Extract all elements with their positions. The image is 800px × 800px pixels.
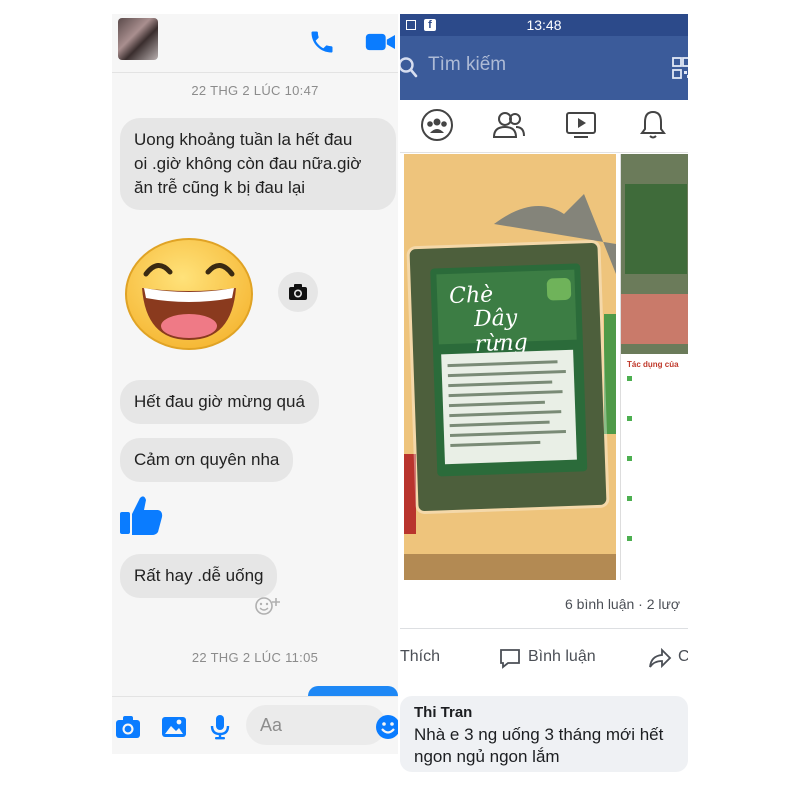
search-placeholder: Tìm kiếm	[428, 54, 507, 75]
message-input[interactable]: Aa	[246, 705, 386, 745]
message-bubble[interactable]: Uong khoảng tuần la hết đau oi .giờ khôn…	[120, 118, 396, 210]
share-icon[interactable]	[648, 646, 672, 670]
info-text-line	[449, 430, 566, 438]
info-text-line	[448, 400, 545, 408]
facebook-screen: f 13:48 Tìm kiếm Chè Dây rừng Tác dụng c…	[400, 14, 688, 774]
notifications-bell-icon[interactable]	[636, 108, 670, 142]
post-actions: Thích Bình luận C	[400, 642, 688, 676]
status-time: 13:48	[526, 17, 562, 33]
message-bubble[interactable]: Hết đau giờ mừng quá	[120, 380, 319, 424]
product-name: Chè	[448, 282, 494, 309]
info-text-line	[450, 440, 541, 448]
photo-heading: Tác dụng của	[627, 360, 679, 369]
avatar[interactable]	[118, 18, 158, 60]
info-text-line	[448, 380, 553, 388]
message-line: ăn trễ cũng k bị đau lại	[134, 178, 306, 197]
timestamp: 22 THG 2 LÚC 10:47	[191, 83, 319, 98]
message-composer: Aa	[112, 696, 398, 754]
message-line: oi .giờ không còn đau nữa.giờ	[134, 154, 362, 173]
watch-video-icon[interactable]	[564, 108, 598, 142]
comment[interactable]: Thi Tran Nhà e 3 ng uống 3 tháng mới hết…	[400, 696, 688, 772]
emoji-icon[interactable]	[374, 713, 398, 741]
timestamp: 22 THG 2 LÚC 11:05	[191, 650, 319, 665]
comment-line: ngon ngủ ngon lắm	[414, 747, 560, 766]
divider	[400, 628, 688, 629]
comment-button[interactable]: Bình luận	[528, 648, 596, 666]
groups-icon[interactable]	[420, 108, 454, 142]
laughing-emoji-sticker[interactable]	[124, 236, 254, 352]
add-reaction-icon[interactable]	[252, 594, 284, 616]
nav-tabs	[400, 100, 688, 153]
search-bar[interactable]: Tìm kiếm	[400, 36, 688, 100]
product-label-header: Chè Dây rừng	[436, 269, 577, 357]
video-icon[interactable]	[364, 28, 398, 56]
info-text-line	[449, 420, 550, 428]
image-icon[interactable]	[160, 713, 188, 741]
save-photo-button[interactable]	[278, 272, 318, 312]
post-photo-secondary[interactable]: Tác dụng của	[620, 154, 688, 580]
product-info-box	[441, 349, 577, 465]
camera-icon[interactable]	[114, 713, 142, 741]
comment-line: Nhà e 3 ng uống 3 tháng mới hết	[414, 725, 664, 744]
chat-header	[112, 14, 398, 73]
comment-icon[interactable]	[498, 646, 522, 670]
sent-message-bubble[interactable]	[308, 686, 398, 696]
info-text-line	[449, 410, 562, 418]
product-label: Chè Dây rừng	[430, 263, 588, 477]
comment-text: Nhà e 3 ng uống 3 tháng mới hết ngon ngủ…	[414, 724, 688, 768]
microphone-icon[interactable]	[206, 713, 234, 741]
thumbs-up-icon[interactable]	[118, 492, 164, 538]
engagement-counts[interactable]: 6 bình luận · 2 lượ	[565, 596, 680, 612]
message-bubble[interactable]: Rất hay .dễ uống	[120, 554, 278, 598]
camera-icon	[289, 284, 307, 300]
search-icon[interactable]	[400, 55, 420, 79]
message-line: Uong khoảng tuần la hết đau	[134, 130, 353, 149]
message-bubble[interactable]: Cảm ơn quyên nha	[120, 438, 294, 482]
status-bar: f 13:48	[400, 14, 688, 36]
phone-icon[interactable]	[308, 28, 336, 56]
share-button[interactable]: C	[678, 648, 688, 666]
info-text-line	[447, 360, 558, 368]
info-text-line	[447, 369, 566, 378]
like-button[interactable]: Thích	[400, 648, 440, 666]
product-package: Chè Dây rừng	[409, 242, 607, 512]
messenger-screen: 22 THG 2 LÚC 10:47 Uong khoảng tuần la h…	[112, 14, 398, 754]
brand-logo-icon	[546, 277, 572, 301]
friends-icon[interactable]	[492, 108, 526, 142]
comment-author[interactable]: Thi Tran	[414, 704, 472, 721]
post-photo[interactable]: Chè Dây rừng	[404, 154, 616, 580]
info-text-line	[448, 390, 563, 398]
qr-code-icon[interactable]	[672, 56, 688, 82]
